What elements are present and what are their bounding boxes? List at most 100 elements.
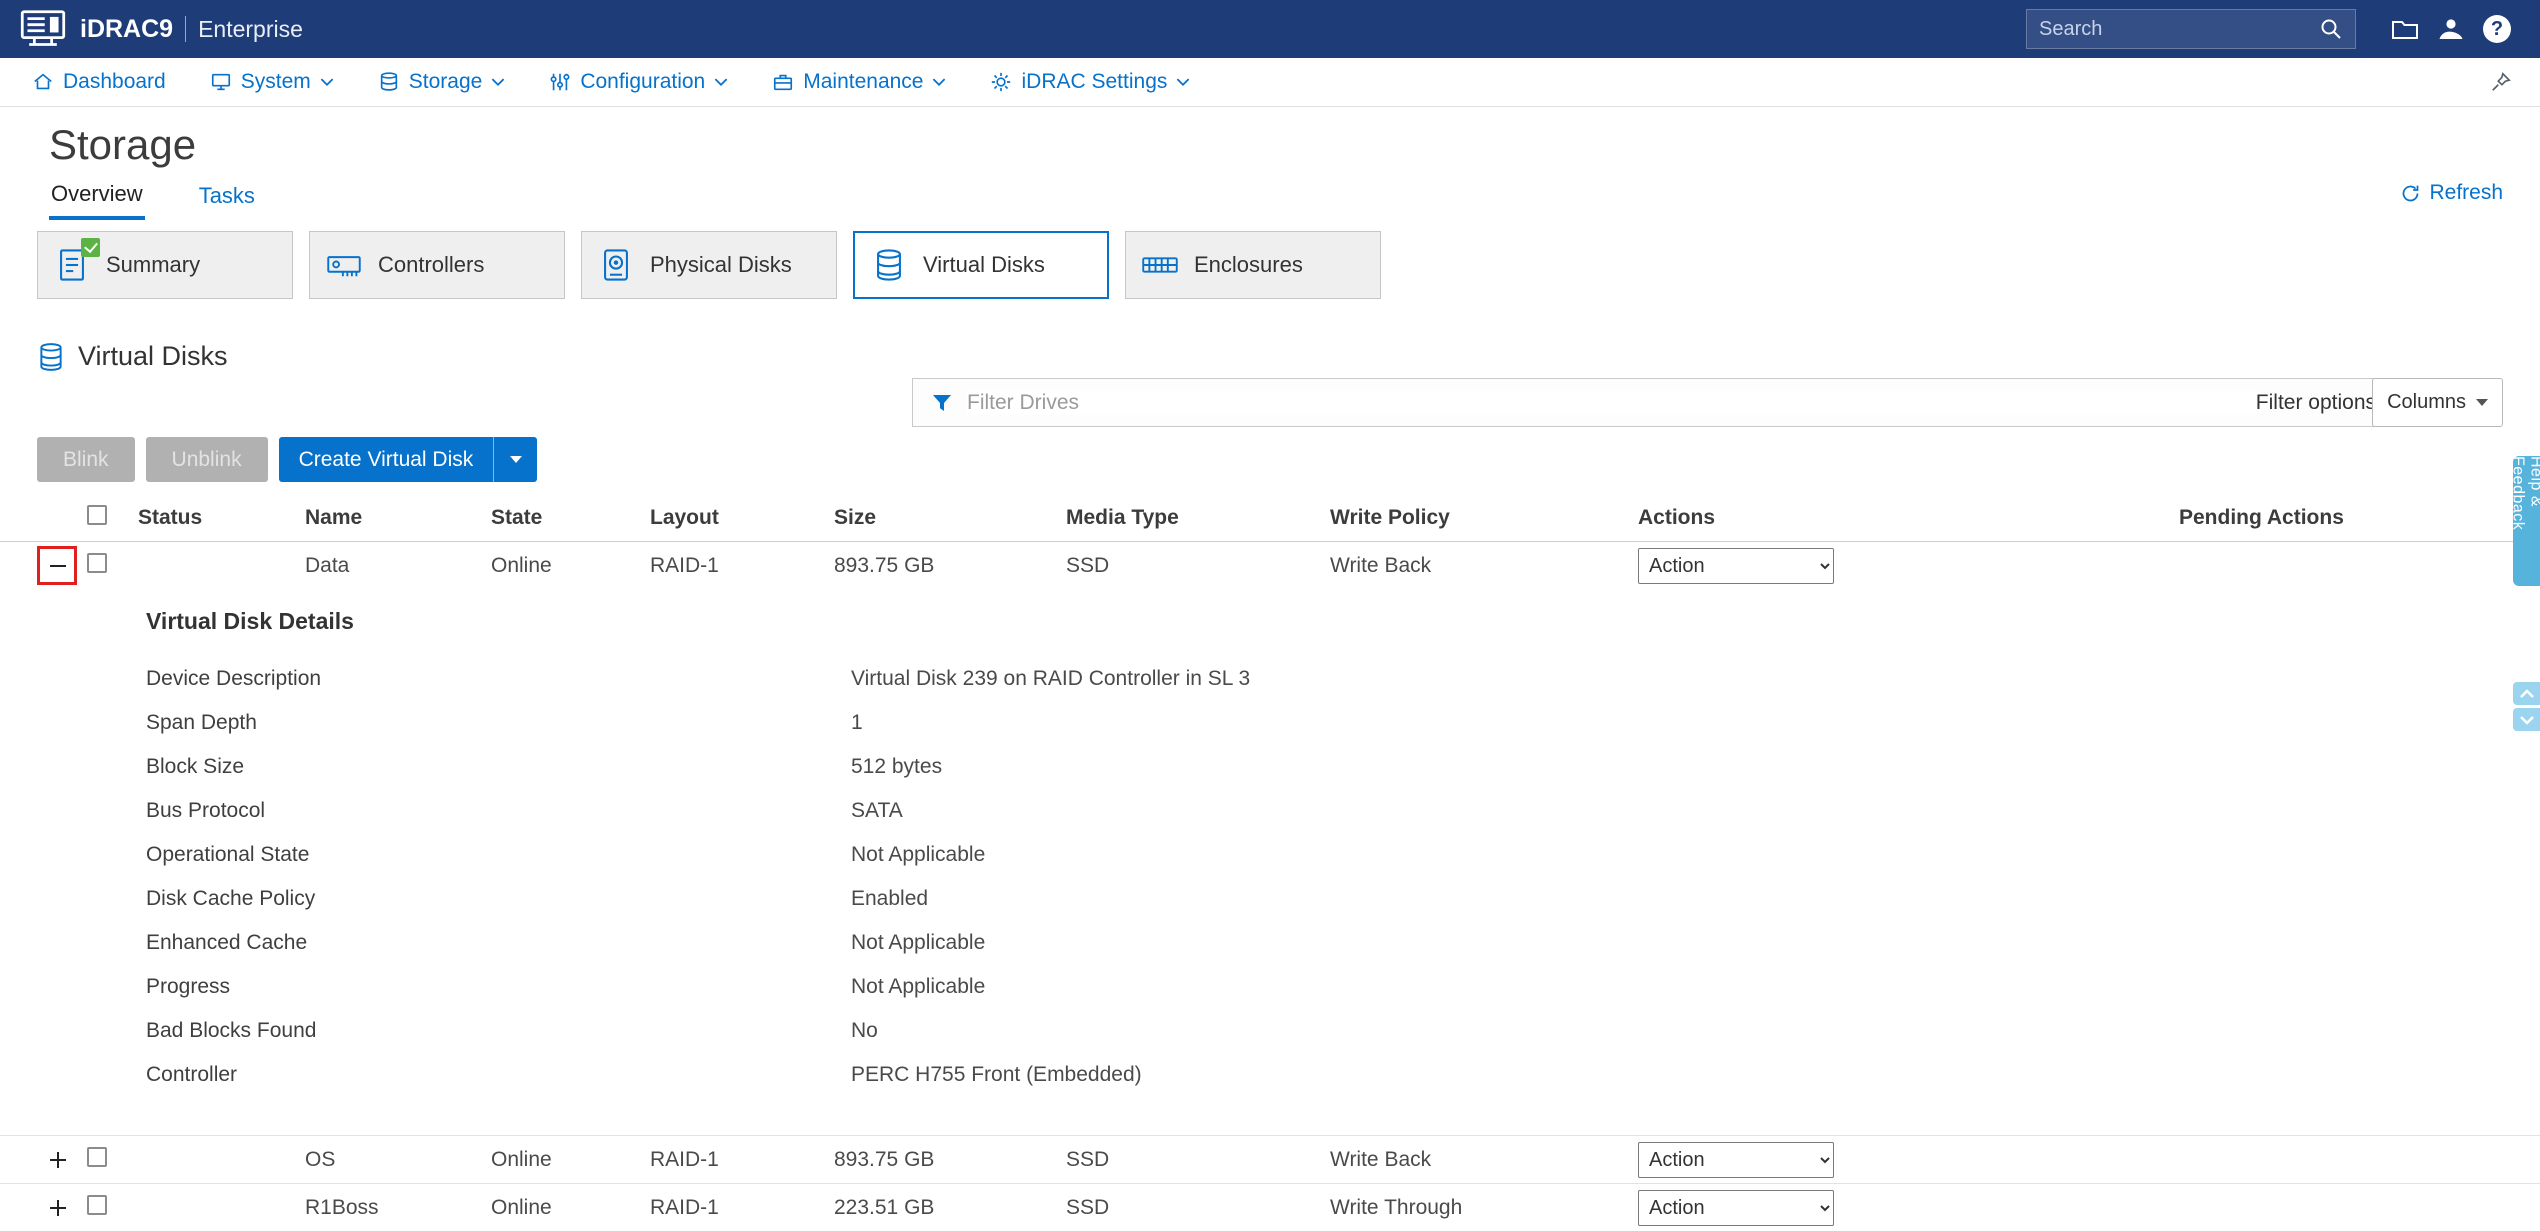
nav-idrac-settings[interactable]: iDRAC Settings [990,70,1190,94]
nav-system[interactable]: System [210,70,334,94]
card-label: Virtual Disks [923,252,1045,277]
col-name: Name [305,505,363,529]
unblink-button[interactable]: Unblink [145,437,268,482]
license-edition: Enterprise [198,15,303,42]
scroll-up-button[interactable] [2513,682,2540,705]
card-enclosures[interactable]: Enclosures [1125,231,1381,299]
col-state: State [491,505,543,529]
col-write-policy: Write Policy [1330,505,1450,529]
refresh-icon [2403,185,2419,201]
help-button[interactable] [2474,9,2520,49]
section-title: Virtual Disks [78,341,228,371]
user-menu-button[interactable] [2428,9,2474,49]
card-label: Enclosures [1194,252,1303,277]
virtual-disks-icon [877,249,901,281]
detail-value: Virtual Disk 239 on RAID Controller in S… [851,667,1251,690]
row-checkbox[interactable] [87,1194,107,1215]
search-icon [2321,19,2341,39]
cell-layout: RAID-1 [650,554,719,577]
help-feedback-tab[interactable]: Help & Feedback [2510,456,2540,586]
table-header-row: Status Name State Layout Size Media Type… [0,494,2540,542]
filter-drives-input[interactable] [967,390,2256,415]
detail-label: Span Depth [146,711,257,734]
refresh-button[interactable]: Refresh [2400,181,2503,205]
card-label: Summary [106,252,201,277]
storage-icon [380,72,397,91]
cell-size: 893.75 GB [834,1147,935,1171]
home-icon [34,73,52,90]
collapse-row-toggle[interactable] [37,546,77,585]
filter-options-link[interactable]: Filter options [2256,391,2376,415]
cell-media-type: SSD [1066,1195,1110,1219]
refresh-label: Refresh [2429,181,2503,204]
top-bar: iDRAC9 Enterprise [0,0,2540,58]
pin-menu-button[interactable] [2490,71,2512,93]
open-console-button[interactable] [2382,9,2428,49]
gear-icon [992,72,1011,92]
chevron-down-icon [933,77,946,86]
col-media-type: Media Type [1066,505,1179,529]
table-toolbar: Blink Unblink Create Virtual Disk [37,437,2540,482]
detail-value: 1 [851,711,863,734]
cell-media-type: SSD [1066,1147,1110,1171]
row-checkbox[interactable] [87,1146,107,1167]
detail-label: Operational State [146,843,310,866]
chevron-down-icon [2476,399,2488,412]
nav-dashboard[interactable]: Dashboard [32,70,166,94]
detail-value: Not Applicable [851,975,986,998]
plus-icon [50,1151,66,1168]
expand-row-toggle[interactable] [43,1145,73,1175]
create-virtual-disk-button[interactable]: Create Virtual Disk [278,437,538,482]
columns-label: Columns [2387,391,2466,413]
select-all-checkbox[interactable] [87,504,107,525]
chevron-down-icon [714,77,728,86]
filter-field[interactable]: Filter options [912,378,2395,427]
main-nav: Dashboard System Storage Configuration M… [0,58,2540,107]
table-row: OS Online RAID-1 893.75 GB SSD Write Bac… [0,1135,2540,1183]
col-size: Size [834,505,877,529]
action-select[interactable]: Action [1638,1141,1834,1178]
expand-row-toggle[interactable] [43,1193,73,1223]
cell-layout: RAID-1 [650,1147,719,1171]
detail-label: Disk Cache Policy [146,887,316,910]
search-input[interactable] [2039,17,2319,41]
detail-value: 512 bytes [851,755,943,778]
card-virtual-disks[interactable]: Virtual Disks [853,231,1109,299]
nav-configuration[interactable]: Configuration [549,70,728,94]
blink-button[interactable]: Blink [37,437,135,482]
action-select[interactable]: Action [1638,548,1834,584]
action-select[interactable]: Action [1638,1189,1834,1226]
virtual-disks-icon [40,342,62,371]
cell-write-policy: Write Back [1330,554,1432,577]
tab-tasks[interactable]: Tasks [197,174,257,218]
cell-size: 893.75 GB [834,554,935,577]
tab-overview[interactable]: Overview [49,172,145,220]
scroll-down-button[interactable] [2513,708,2540,731]
col-layout: Layout [650,505,719,529]
row-checkbox[interactable] [87,553,107,573]
cell-write-policy: Write Back [1330,1147,1432,1171]
tab-bar: Overview Tasks Refresh [49,172,2540,220]
minus-icon [50,565,66,567]
col-status: Status [138,505,203,529]
columns-button[interactable]: Columns [2372,378,2503,427]
nav-label: iDRAC Settings [1021,70,1168,93]
cell-name: R1Boss [305,1195,379,1219]
chevron-down-icon [492,77,505,86]
table-row: Data Online RAID-1 893.75 GB SSD Write B… [0,542,2540,590]
card-label: Controllers [378,252,485,277]
detail-value: Not Applicable [851,931,986,954]
physical-disks-icon [604,249,628,281]
detail-label: Enhanced Cache [146,931,308,954]
detail-label: Controller [146,1063,238,1086]
card-physical-disks[interactable]: Physical Disks [581,231,837,299]
create-virtual-disk-menu-toggle[interactable] [493,437,537,482]
card-summary[interactable]: Summary [37,231,293,299]
detail-value: Enabled [851,887,929,910]
detail-label: Bad Blocks Found [146,1019,317,1042]
nav-storage[interactable]: Storage [378,70,506,94]
card-controllers[interactable]: Controllers [309,231,565,299]
global-search[interactable] [2026,9,2356,49]
nav-maintenance[interactable]: Maintenance [772,70,946,94]
help-icon [2483,15,2511,43]
